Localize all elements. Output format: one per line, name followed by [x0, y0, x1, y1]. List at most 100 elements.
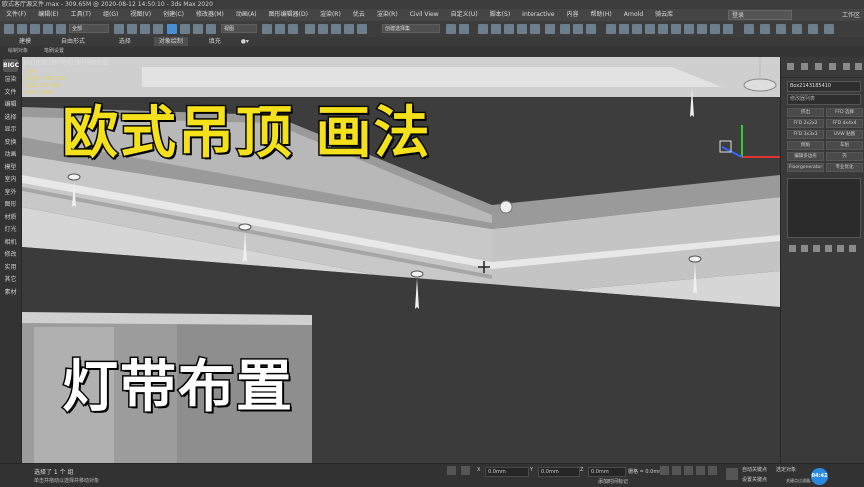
menu-civil-view[interactable]: Civil View: [404, 9, 445, 21]
plugin-tool-icon-11[interactable]: [744, 24, 754, 34]
selected-object-dropdown[interactable]: 选定对象: [776, 466, 796, 473]
scale-icon[interactable]: [193, 24, 203, 34]
left-panel-item-model[interactable]: 模型: [0, 162, 21, 175]
plugin-tool-icon-5[interactable]: [658, 24, 668, 34]
spinner-snap-icon[interactable]: [344, 24, 354, 34]
create-tab-icon[interactable]: [787, 63, 794, 70]
left-panel-item-file[interactable]: 文件: [0, 87, 21, 100]
material-editor-icon[interactable]: [545, 24, 555, 34]
plugin-tool-icon-1[interactable]: [606, 24, 616, 34]
plugin-tool-icon-8[interactable]: [697, 24, 707, 34]
redo-icon[interactable]: [17, 24, 27, 34]
plugin-tool-icon-10[interactable]: [723, 24, 733, 34]
modifier-button-edit-poly[interactable]: 编辑多边形: [787, 152, 824, 161]
unlink-icon[interactable]: [43, 24, 53, 34]
modifier-button-ffd-4x4x4[interactable]: FFD 4x4x4: [826, 119, 863, 128]
place-icon[interactable]: [206, 24, 216, 34]
left-panel-item-interior[interactable]: 室内: [0, 174, 21, 187]
align-icon[interactable]: [459, 24, 469, 34]
menu-group[interactable]: 组(G): [97, 9, 124, 21]
plugin-tool-icon-9[interactable]: [710, 24, 720, 34]
ribbon-tab-object-paint[interactable]: 对象绘制: [153, 37, 188, 46]
make-unique-icon[interactable]: [813, 245, 820, 252]
selection-filter-dropdown[interactable]: 全部: [69, 24, 109, 33]
add-time-tag[interactable]: 添加时间标记: [598, 478, 628, 485]
modifier-button-uvw-map[interactable]: UVW 贴图: [826, 130, 863, 139]
ribbon-paint-objects[interactable]: 绘制对象: [0, 46, 36, 57]
left-panel-item-transform[interactable]: 变换: [0, 137, 21, 150]
modifier-button-ffd-2x2x2[interactable]: FFD 2x2x2: [787, 119, 824, 128]
menu-graph-editors[interactable]: 图形编辑器(D): [263, 9, 314, 21]
auto-key-button[interactable]: 自动关键点: [742, 466, 767, 473]
remove-modifier-icon[interactable]: [825, 245, 832, 252]
scene-explorer-icon[interactable]: [478, 24, 488, 34]
viewport-label[interactable]: [+] [正交] [用户定义] [默认明暗处理]: [24, 59, 109, 66]
menu-modifiers[interactable]: 修改器(M): [190, 9, 230, 21]
snaps-toggle-icon[interactable]: [305, 24, 315, 34]
ribbon-tab-modeling[interactable]: 建模: [14, 37, 36, 46]
menu-scripting[interactable]: 脚本(S): [484, 9, 517, 21]
configure-sets-icon[interactable]: [837, 245, 844, 252]
modify-tab-icon[interactable]: [801, 63, 808, 70]
edit-named-selection-icon[interactable]: [357, 24, 367, 34]
layer-explorer-icon[interactable]: [491, 24, 501, 34]
ribbon-options-icon[interactable]: ●▾: [236, 37, 254, 46]
reference-coordinate-dropdown[interactable]: 视图: [221, 24, 257, 33]
schematic-view-icon[interactable]: [530, 24, 540, 34]
go-to-start-icon[interactable]: [660, 466, 669, 475]
z-coordinate-field[interactable]: 0.0mm: [588, 467, 626, 477]
left-panel-item-other[interactable]: 其它: [0, 274, 21, 287]
pin-stack-icon[interactable]: [789, 245, 796, 252]
menu-animation[interactable]: 动画(A): [230, 9, 263, 21]
plugin-tool-icon-14[interactable]: [792, 24, 802, 34]
menu-content[interactable]: 内容: [561, 9, 585, 21]
menu-qiyunku[interactable]: 骑云库: [649, 9, 679, 21]
modifier-button-floorgenerator[interactable]: Floorgenerator: [787, 163, 824, 172]
left-panel-item-materials[interactable]: 材质: [0, 212, 21, 225]
utilities-tab-icon[interactable]: [855, 63, 862, 70]
absolute-mode-icon[interactable]: [461, 466, 470, 475]
left-panel-item-utilities[interactable]: 实用: [0, 262, 21, 275]
select-manipulate-icon[interactable]: [275, 24, 285, 34]
angle-snap-icon[interactable]: [318, 24, 328, 34]
plugin-tool-icon-12[interactable]: [760, 24, 770, 34]
select-object-icon[interactable]: [114, 24, 124, 34]
left-panel-item-exterior[interactable]: 室外: [0, 187, 21, 200]
plugin-tool-icon-16[interactable]: [824, 24, 834, 34]
ribbon-tab-populate[interactable]: 填充: [204, 37, 226, 46]
menu-create[interactable]: 创建(C): [157, 9, 190, 21]
selection-lock-icon[interactable]: [447, 466, 456, 475]
login-dropdown[interactable]: 登录: [728, 10, 792, 20]
left-panel-item-display[interactable]: 显示: [0, 124, 21, 137]
modifier-button-ffd-3x3x3[interactable]: FFD 3x3x3: [787, 130, 824, 139]
modifier-list-dropdown[interactable]: 修改器列表: [787, 94, 861, 105]
menu-view[interactable]: 视图(V): [124, 9, 157, 21]
menu-tools[interactable]: 工具(T): [65, 9, 97, 21]
plugin-tool-icon-7[interactable]: [684, 24, 694, 34]
next-frame-icon[interactable]: [696, 466, 705, 475]
render-production-icon[interactable]: [586, 24, 596, 34]
left-panel-item-animation[interactable]: 动画: [0, 149, 21, 162]
modifier-button-ffd-select[interactable]: FFD 选择: [826, 108, 863, 117]
undo-icon[interactable]: [4, 24, 14, 34]
modifier-button-extrude[interactable]: 挤出: [787, 108, 824, 117]
left-panel-item-shapes[interactable]: 图形: [0, 199, 21, 212]
plugin-tool-icon-6[interactable]: [671, 24, 681, 34]
named-selection-set-dropdown[interactable]: 创建选择集: [382, 24, 440, 33]
motion-tab-icon[interactable]: [829, 63, 836, 70]
plugin-tool-icon-2[interactable]: [619, 24, 629, 34]
move-icon[interactable]: [167, 24, 177, 34]
menu-interactive[interactable]: Interactive: [516, 9, 560, 21]
set-key-button[interactable]: 设置关键点: [742, 476, 767, 483]
curve-editor-icon[interactable]: [517, 24, 527, 34]
render-setup-icon[interactable]: [560, 24, 570, 34]
menu-arnold[interactable]: Arnold: [618, 9, 649, 21]
modifier-button-pro-optimizer[interactable]: 专业优化: [826, 163, 863, 172]
stack-options-icon[interactable]: [849, 245, 856, 252]
plugin-tool-icon-4[interactable]: [645, 24, 655, 34]
rotate-icon[interactable]: [180, 24, 190, 34]
y-coordinate-field[interactable]: 0.0mm: [538, 467, 580, 477]
object-name-field[interactable]: Box2143185410: [787, 81, 861, 92]
window-crossing-icon[interactable]: [153, 24, 163, 34]
menu-customize[interactable]: 自定义(U): [445, 9, 484, 21]
